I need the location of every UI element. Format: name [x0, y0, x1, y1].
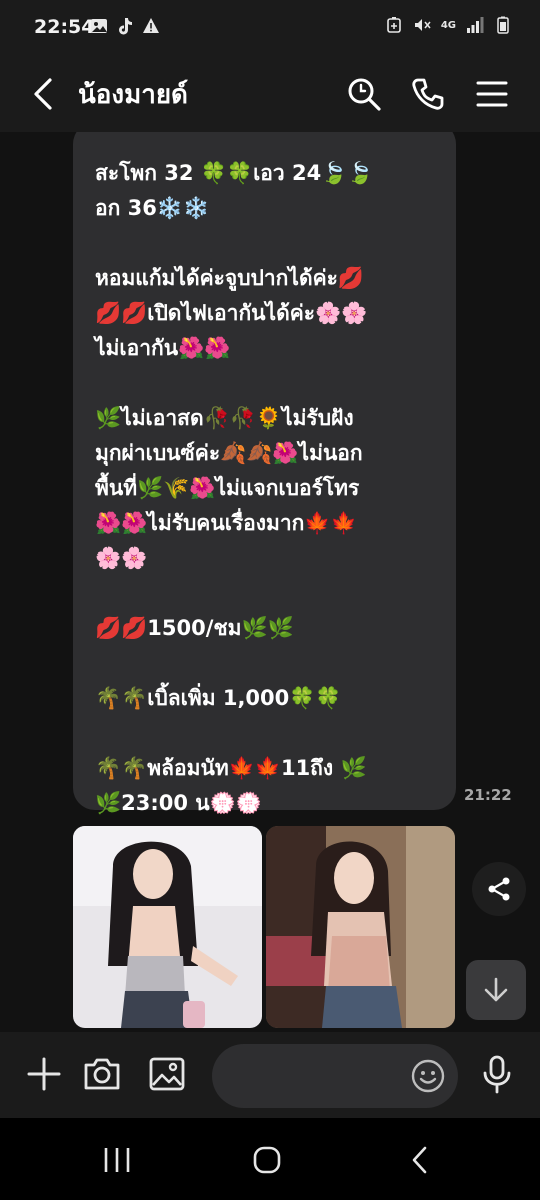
message-input-field[interactable] — [212, 1044, 458, 1108]
status-time: 22:54 — [34, 16, 95, 38]
plus-icon — [27, 1057, 61, 1091]
share-button[interactable] — [472, 862, 526, 916]
phone-icon — [412, 78, 444, 110]
hamburger-menu-icon — [476, 81, 508, 107]
search-button[interactable] — [342, 72, 386, 116]
camera-button[interactable] — [78, 1050, 126, 1098]
microphone-icon — [483, 1055, 511, 1094]
recent-apps-button[interactable] — [97, 1140, 137, 1180]
recent-apps-icon — [104, 1148, 130, 1172]
image-icon — [149, 1057, 185, 1091]
home-icon — [253, 1146, 281, 1174]
status-bar: 22:54 4G — [0, 0, 540, 56]
add-attachment-button[interactable] — [20, 1050, 68, 1098]
tiktok-notification-icon — [119, 18, 132, 35]
warning-notification-icon — [143, 18, 159, 33]
status-system-icons: 4G — [385, 16, 512, 34]
message-paragraph-hours: 🌴🌴พล้อมนัท🍁🍁11ถึง 🌿 🌿23:00 น💮💮 — [95, 756, 367, 815]
emoji-button[interactable] — [410, 1058, 446, 1094]
battery-icon — [497, 16, 509, 34]
message-timestamp: 21:22 — [464, 786, 512, 804]
emoji-icon — [411, 1059, 445, 1093]
call-button[interactable] — [406, 72, 450, 116]
photo-attachment-2[interactable] — [266, 826, 455, 1028]
system-navigation-bar — [0, 1118, 540, 1200]
chat-header: น้องมายด์ — [0, 56, 540, 132]
gallery-notification-icon — [91, 19, 107, 33]
menu-button[interactable] — [470, 72, 514, 116]
scroll-to-bottom-button[interactable] — [466, 960, 526, 1020]
system-back-button[interactable] — [400, 1140, 440, 1180]
arrow-down-icon — [484, 977, 508, 1002]
status-notification-icons — [90, 17, 160, 35]
back-button[interactable] — [28, 74, 62, 114]
mute-icon — [414, 19, 431, 31]
search-icon — [348, 78, 381, 111]
chat-title: น้องมายด์ — [78, 80, 188, 110]
message-paragraph-services: หอมแก้มได้ค่ะจูบปากได้ค่ะ💋 💋💋เปิดไฟเอากั… — [95, 266, 368, 360]
battery-saver-icon — [387, 17, 401, 33]
message-bubble[interactable]: สะโพก 32 🍀🍀เอว 24🍃🍃 อก 36❄️❄️ หอมแก้มได้… — [73, 132, 456, 815]
camera-icon — [84, 1058, 120, 1090]
system-back-icon — [412, 1146, 427, 1174]
network-type-label: 4G — [440, 19, 456, 31]
home-button[interactable] — [247, 1140, 287, 1180]
back-arrow-icon — [34, 78, 52, 110]
message-paragraph-price: 💋💋1500/ชม🌿🌿 — [95, 616, 294, 640]
message-paragraph-rules: 🌿ไม่เอาสด🥀🥀🌻ไม่รับฝัง มุกผ่าเบนซ์ค่ะ🍂🍂🌺ไ… — [95, 406, 363, 570]
message-input-bar — [0, 1032, 540, 1118]
voice-message-button[interactable] — [473, 1050, 521, 1098]
message-paragraph-extra: 🌴🌴เบิ้ลเพิ่ม 1,000🍀🍀 — [95, 686, 342, 710]
signal-icon — [467, 17, 484, 33]
message-paragraph-measurements: สะโพก 32 🍀🍀เอว 24🍃🍃 อก 36❄️❄️ — [95, 161, 374, 220]
chat-messages-area[interactable]: สะโพก 32 🍀🍀เอว 24🍃🍃 อก 36❄️❄️ หอมแก้มได้… — [0, 132, 540, 1032]
gallery-button[interactable] — [143, 1050, 191, 1098]
share-icon — [488, 877, 510, 901]
photo-attachment-1[interactable] — [73, 826, 262, 1028]
